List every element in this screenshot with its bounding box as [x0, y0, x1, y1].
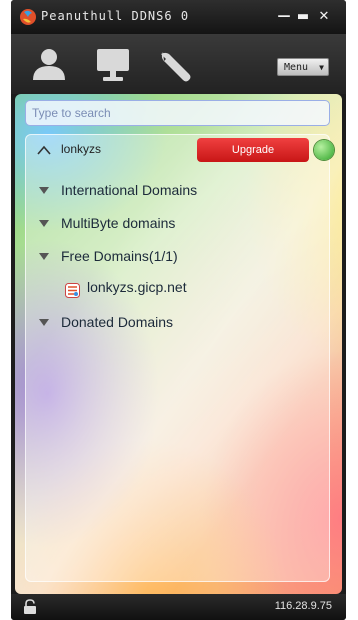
search-input[interactable]: [26, 101, 329, 125]
group-free-domains[interactable]: Free Domains(1/1): [25, 245, 330, 271]
ip-address: 116.28.9.75: [274, 600, 332, 612]
maximize-button[interactable]: ▬: [294, 8, 312, 26]
account-row[interactable]: lonkyzs Upgrade: [25, 134, 334, 168]
user-icon[interactable]: [29, 46, 69, 84]
group-label: Free Domains(1/1): [61, 248, 178, 264]
group-multibyte-domains[interactable]: MultiByte domains: [25, 212, 330, 238]
chevron-down-icon: ▼: [319, 63, 324, 72]
group-international-domains[interactable]: International Domains: [25, 179, 330, 205]
chevron-up-icon[interactable]: [37, 144, 51, 156]
wrench-icon[interactable]: [155, 46, 195, 84]
search-box[interactable]: [25, 100, 330, 126]
expand-triangle-icon: [39, 187, 49, 194]
online-status-icon: [314, 140, 334, 160]
close-button[interactable]: ✕: [315, 8, 333, 26]
expand-triangle-icon: [39, 253, 49, 260]
domain-list: lonkyzs Upgrade International Domains Mu…: [25, 134, 334, 582]
app-window: Peanuthull DDNS6 0 — ▬ ✕ Menu ▼ Type to …: [11, 0, 346, 620]
menu-button[interactable]: Menu ▼: [277, 58, 329, 76]
expand-triangle-icon: [39, 319, 49, 326]
domain-label: lonkyzs.gicp.net: [87, 279, 187, 295]
group-label: Donated Domains: [61, 314, 174, 330]
group-label: International Domains: [61, 182, 198, 198]
domain-item[interactable]: lonkyzs.gicp.net: [25, 278, 330, 302]
group-label: MultiByte domains: [61, 215, 176, 231]
app-logo-icon: [20, 9, 36, 25]
lock-icon[interactable]: [23, 599, 37, 615]
status-bar: 116.28.9.75: [11, 594, 346, 620]
title-bar[interactable]: Peanuthull DDNS6 0 — ▬ ✕: [11, 0, 346, 34]
minimize-button[interactable]: —: [275, 8, 293, 26]
upgrade-button[interactable]: Upgrade: [197, 138, 309, 162]
domain-icon: [65, 283, 80, 298]
window-title: Peanuthull DDNS6 0: [41, 9, 190, 23]
main-panel: lonkyzs Upgrade International Domains Mu…: [15, 94, 342, 594]
account-name: lonkyzs: [61, 142, 102, 156]
group-donated-domains[interactable]: Donated Domains: [25, 311, 330, 337]
menu-button-label: Menu: [284, 62, 309, 73]
monitor-icon[interactable]: [93, 46, 133, 84]
expand-triangle-icon: [39, 220, 49, 227]
toolbar: Menu ▼: [11, 34, 346, 94]
